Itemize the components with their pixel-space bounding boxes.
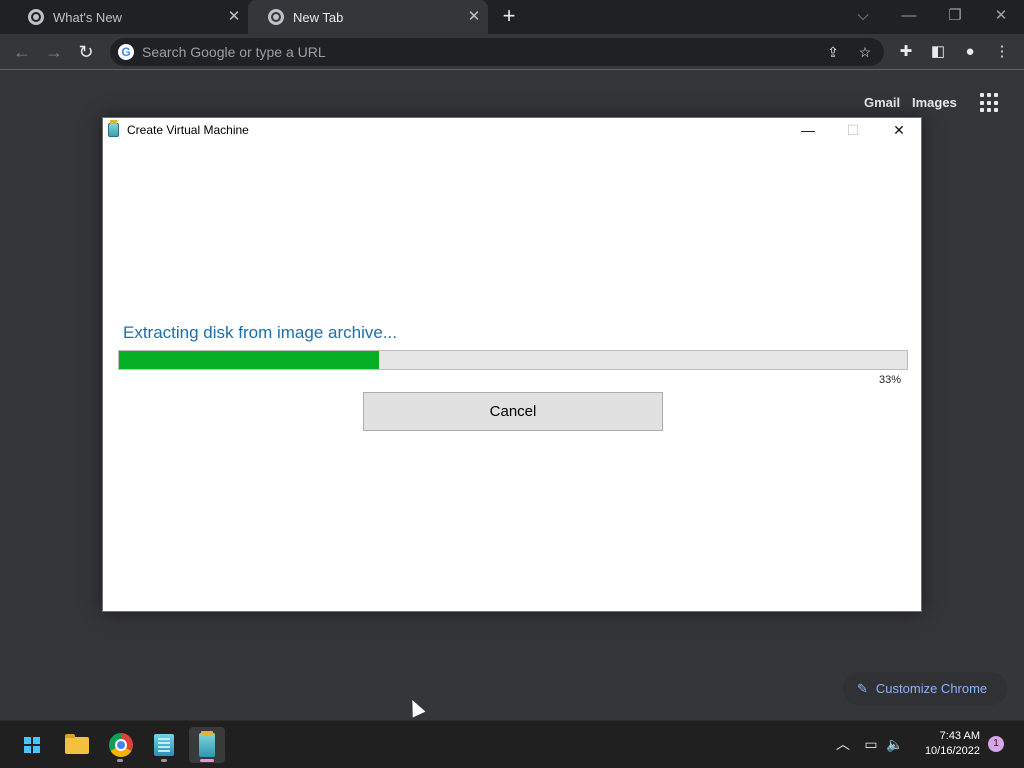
tab-new-tab[interactable]: New Tab ✕ — [248, 0, 488, 34]
customize-chrome-button[interactable]: ✎ Customize Chrome — [843, 672, 1007, 705]
network-icon[interactable]: ▭ — [862, 735, 880, 753]
dialog-title-bar[interactable]: Create Virtual Machine — ☐ ✕ — [103, 118, 921, 142]
progress-fill — [119, 351, 380, 369]
google-g-icon: G — [118, 44, 134, 60]
tab-search-chevron-down-icon[interactable]: ⌵ — [852, 5, 874, 27]
extensions-puzzle-icon[interactable]: ✚ — [896, 42, 916, 62]
running-indicator — [117, 759, 123, 762]
tab-strip: What's New ✕ New Tab ✕ + ⌵ — ❐ ✕ — [0, 0, 1024, 34]
virtual-machine-taskbar-button[interactable] — [189, 727, 225, 763]
new-tab-button[interactable]: + — [498, 5, 520, 27]
forward-arrow-icon[interactable]: → — [42, 40, 66, 64]
clock-time: 7:43 AM — [939, 730, 980, 742]
chrome-taskbar-button[interactable] — [102, 727, 138, 763]
tab-title: New Tab — [293, 9, 344, 25]
close-icon[interactable]: ✕ — [990, 5, 1012, 27]
chrome-favicon-icon — [28, 9, 44, 25]
tab-close-icon[interactable]: ✕ — [226, 9, 242, 25]
browser-toolbar: ← → ↻ G ⇪ ☆ ✚ ◧ ● ⋮ — [0, 34, 1024, 70]
mouse-cursor-icon — [406, 697, 426, 718]
more-menu-icon[interactable]: ⋮ — [992, 42, 1012, 62]
create-vm-dialog: Create Virtual Machine — ☐ ✕ Extracting … — [102, 117, 922, 612]
active-indicator — [200, 759, 214, 762]
volume-icon[interactable]: 🔈 — [886, 735, 904, 753]
dialog-title: Create Virtual Machine — [127, 123, 249, 137]
omnibox[interactable]: G ⇪ ☆ — [110, 38, 884, 66]
side-panel-icon[interactable]: ◧ — [928, 42, 948, 62]
taskbar-clock[interactable]: 7:43 AM 10/16/2022 — [910, 729, 980, 759]
virtual-machine-icon — [199, 731, 215, 757]
gmail-link[interactable]: Gmail — [864, 95, 900, 110]
google-apps-grid-icon[interactable] — [980, 93, 1000, 113]
building-app-icon — [154, 734, 174, 756]
dialog-close-icon[interactable]: ✕ — [884, 120, 914, 140]
windows-start-icon — [24, 737, 40, 753]
chrome-favicon-icon — [268, 9, 284, 25]
reload-icon[interactable]: ↻ — [74, 40, 98, 64]
minimize-icon[interactable]: — — [898, 5, 920, 27]
share-icon[interactable]: ⇪ — [824, 43, 842, 61]
show-hidden-icons-chevron-up-icon[interactable]: ︿ — [834, 735, 852, 753]
pencil-icon: ✎ — [857, 680, 868, 696]
notification-badge[interactable]: 1 — [988, 736, 1004, 752]
tab-whats-new[interactable]: What's New ✕ — [8, 0, 248, 34]
chrome-icon — [109, 733, 133, 757]
profile-icon[interactable]: ● — [960, 42, 980, 62]
restore-icon[interactable]: ❐ — [944, 5, 966, 27]
customize-chrome-label: Customize Chrome — [875, 681, 988, 696]
images-link[interactable]: Images — [912, 95, 957, 110]
status-message: Extracting disk from image archive... — [123, 323, 397, 342]
file-explorer-button[interactable] — [58, 727, 94, 763]
progress-percent-label: 33% — [878, 374, 901, 386]
building-app-button[interactable] — [146, 727, 182, 763]
back-arrow-icon[interactable]: ← — [10, 40, 34, 64]
file-explorer-icon — [65, 734, 89, 754]
windows-start-button[interactable] — [14, 727, 50, 763]
cancel-button[interactable]: Cancel — [363, 392, 663, 431]
dialog-maximize-icon: ☐ — [846, 122, 860, 138]
bookmark-star-icon[interactable]: ☆ — [856, 43, 874, 61]
progress-bar — [118, 350, 908, 370]
omnibox-input[interactable] — [142, 42, 782, 62]
vm-app-icon — [108, 120, 119, 137]
tab-title: What's New — [53, 9, 122, 25]
tab-close-icon[interactable]: ✕ — [466, 9, 482, 25]
dialog-minimize-icon[interactable]: — — [793, 120, 823, 140]
running-indicator — [161, 759, 167, 762]
clock-date: 10/16/2022 — [924, 745, 980, 757]
